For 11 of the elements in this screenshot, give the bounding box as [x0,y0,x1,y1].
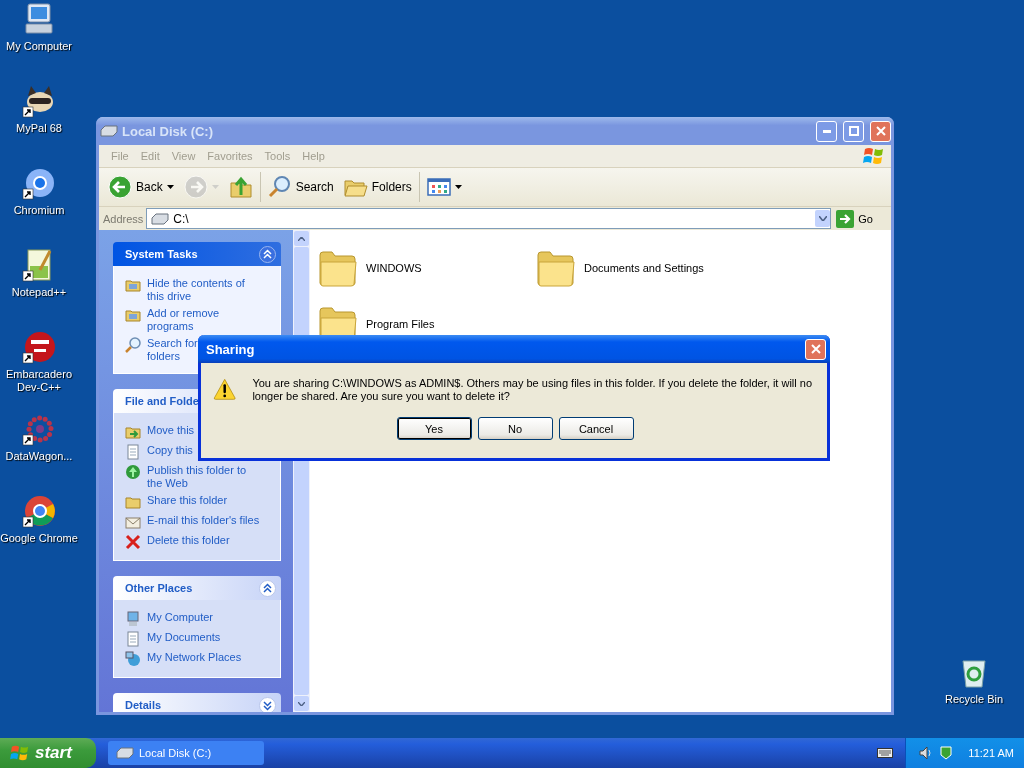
dialog-title: Sharing [206,341,255,357]
icon-label: Google Chrome [0,532,78,545]
icon-label: Recycle Bin [944,693,1004,706]
icon-label: Chromium [13,204,65,217]
icon-label: DataWagon... [5,450,73,463]
window-title: Local Disk (C:) [122,123,213,139]
icon-label: MyPal 68 [16,122,62,135]
icon-label: Embarcadero Dev-C++ [4,368,73,394]
icon-label: My Computer [6,40,72,53]
icon-label: Notepad++ [11,286,67,299]
address-label: Address [103,212,144,225]
